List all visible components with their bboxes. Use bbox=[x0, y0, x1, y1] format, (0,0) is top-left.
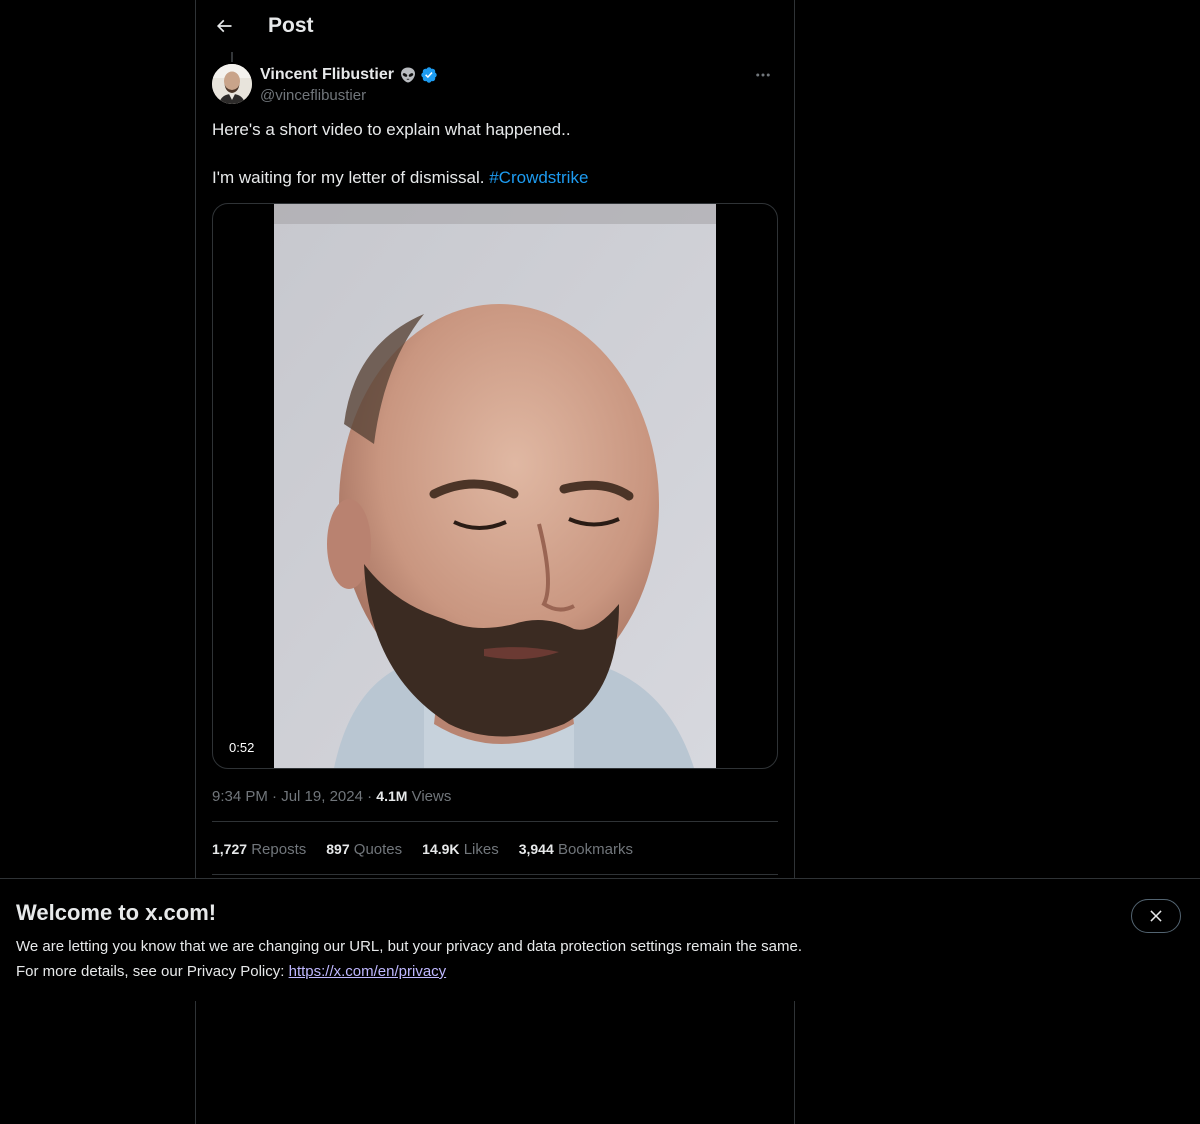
privacy-policy-link[interactable]: https://x.com/en/privacy bbox=[289, 963, 447, 980]
meta-separator: · bbox=[367, 788, 373, 805]
post-text: Here's a short video to explain what hap… bbox=[212, 118, 778, 190]
post-stats: 1,727 Reposts 897 Quotes 14.9K Likes 3,9… bbox=[212, 838, 653, 861]
verified-badge-icon[interactable] bbox=[420, 66, 438, 84]
author-handle[interactable]: @vinceflibustier bbox=[260, 86, 438, 106]
author-display-name[interactable]: Vincent Flibustier bbox=[260, 66, 394, 84]
post-author-row: Vincent Flibustier @vinceflibustier bbox=[212, 64, 778, 106]
post-meta: 9:34 PM · Jul 19, 2024 · 4.1M Views bbox=[212, 785, 451, 808]
back-button[interactable] bbox=[208, 10, 240, 42]
views-label: Views bbox=[411, 788, 452, 805]
divider bbox=[212, 821, 778, 822]
close-icon bbox=[1150, 910, 1162, 922]
stat-bookmarks[interactable]: 3,944 Bookmarks bbox=[519, 838, 633, 861]
hashtag-link[interactable]: #Crowdstrike bbox=[489, 168, 588, 187]
banner-body: We are letting you know that we are chan… bbox=[16, 934, 802, 984]
banner-line-1: We are letting you know that we are chan… bbox=[16, 938, 802, 955]
divider bbox=[212, 874, 778, 875]
video-player[interactable]: 0:52 bbox=[212, 203, 778, 769]
post-text-line-2-body: I'm waiting for my letter of dismissal. bbox=[212, 168, 485, 187]
post-time[interactable]: 9:34 PM bbox=[212, 788, 268, 805]
more-options-button[interactable] bbox=[748, 64, 778, 86]
stat-likes[interactable]: 14.9K Likes bbox=[422, 838, 499, 861]
page-header: Post bbox=[196, 0, 794, 53]
video-duration: 0:52 bbox=[221, 738, 263, 758]
views-count: 4.1M bbox=[376, 788, 408, 804]
alien-icon bbox=[399, 66, 417, 84]
more-dots-icon bbox=[756, 73, 770, 77]
banner-title: Welcome to x.com! bbox=[16, 900, 217, 925]
stat-reposts[interactable]: 1,727 Reposts bbox=[212, 838, 306, 861]
avatar[interactable] bbox=[212, 64, 252, 104]
welcome-banner: Welcome to x.com! We are letting you kno… bbox=[0, 878, 1200, 1001]
author-names: Vincent Flibustier @vinceflibustier bbox=[260, 64, 438, 106]
video-frame[interactable] bbox=[274, 204, 716, 768]
stat-quotes[interactable]: 897 Quotes bbox=[326, 838, 402, 861]
post-text-line-2: I'm waiting for my letter of dismissal. … bbox=[212, 166, 778, 190]
arrow-left-icon bbox=[216, 19, 232, 33]
banner-line-2: For more details, see our Privacy Policy… bbox=[16, 959, 802, 984]
post-date[interactable]: Jul 19, 2024 bbox=[281, 788, 363, 805]
post-text-line-1: Here's a short video to explain what hap… bbox=[212, 120, 571, 139]
page-title: Post bbox=[268, 14, 314, 37]
display-name-line: Vincent Flibustier bbox=[260, 64, 438, 86]
banner-line-2-prefix: For more details, see our Privacy Policy… bbox=[16, 963, 285, 980]
meta-separator: · bbox=[272, 788, 278, 805]
close-banner-button[interactable] bbox=[1131, 899, 1181, 933]
thread-connector-line bbox=[231, 52, 233, 62]
